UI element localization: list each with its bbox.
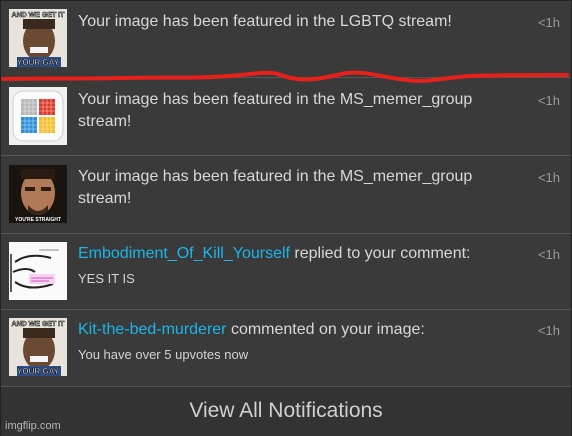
thumb-caption-top: AND WE GET IT xyxy=(12,12,66,19)
notification-message: Kit-the-bed-murderer commented on your i… xyxy=(78,319,508,341)
view-all-notifications-link[interactable]: View All Notifications xyxy=(1,387,571,436)
notification-time: <1h xyxy=(537,170,560,185)
view-all-notifications-label: View All Notifications xyxy=(189,399,383,422)
comment-text: You have over 5 upvotes now xyxy=(78,347,249,362)
notifications-panel: AND WE GET IT YOUR GAY Your image has be… xyxy=(0,0,572,436)
thumb-caption-bottom: YOUR GAY xyxy=(17,367,60,376)
notification-message: Embodiment_Of_Kill_Yourself replied to y… xyxy=(78,243,508,265)
notification-message: Your image has been featured in the LGBT… xyxy=(78,13,452,30)
selfie-man-meme-thumbnail: AND WE GET IT YOUR GAY xyxy=(9,9,67,67)
notification-time: <1h xyxy=(537,15,560,30)
notification-time: <1h xyxy=(537,323,560,338)
username-link[interactable]: Embodiment_Of_Kill_Yourself xyxy=(78,245,290,262)
notification-action: replied to your comment: xyxy=(289,245,471,262)
notification-time: <1h xyxy=(537,93,560,108)
notification-message: Your image has been featured in the MS_m… xyxy=(78,89,508,133)
color-grid-logo-thumbnail xyxy=(9,87,67,145)
notification-message-line: stream! xyxy=(78,190,132,207)
thumb-caption: YOU'RE STRAIGHT xyxy=(15,217,61,223)
comment-text: YES IT IS xyxy=(78,271,135,286)
trollface-drawing-thumbnail xyxy=(9,242,67,300)
notification-message-line: stream! xyxy=(78,113,132,130)
notification-item[interactable]: YOU'RE STRAIGHT Your image has been feat… xyxy=(1,156,571,234)
notification-item[interactable]: Your image has been featured in the MS_m… xyxy=(1,78,571,156)
notification-item[interactable]: Embodiment_Of_Kill_Yourself replied to y… xyxy=(1,234,571,310)
notification-action: commented on your image: xyxy=(226,321,425,338)
notification-item[interactable]: AND WE GET IT YOUR GAY Kit-the-bed-murde… xyxy=(1,310,571,387)
notification-time: <1h xyxy=(537,247,560,262)
notification-message: Your image has been featured in the MS_m… xyxy=(78,166,508,210)
username-link[interactable]: Kit-the-bed-murderer xyxy=(78,321,227,338)
iron-man-meme-thumbnail: YOU'RE STRAIGHT xyxy=(9,165,67,223)
notification-message-line: Your image has been featured in the MS_m… xyxy=(78,91,473,108)
selfie-man-meme-thumbnail: AND WE GET IT YOUR GAY xyxy=(9,318,67,376)
thumb-caption-bottom: YOUR GAY xyxy=(17,58,60,67)
imgflip-watermark: imgflip.com xyxy=(5,420,61,432)
notification-item[interactable]: AND WE GET IT YOUR GAY Your image has be… xyxy=(1,1,571,78)
notification-message-line: Your image has been featured in the MS_m… xyxy=(78,168,473,185)
thumb-caption-top: AND WE GET IT xyxy=(12,321,66,328)
